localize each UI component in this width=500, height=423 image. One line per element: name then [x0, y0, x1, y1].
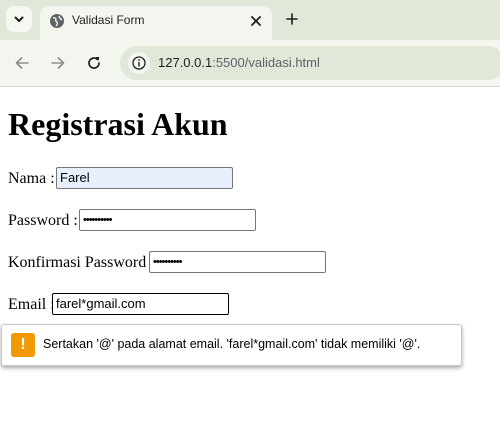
forward-button[interactable] — [48, 53, 68, 73]
email-row: Email : farel*gmail.com — [8, 293, 238, 315]
tab-close-button[interactable] — [246, 11, 266, 31]
site-info-button[interactable] — [128, 52, 150, 74]
plus-icon — [286, 13, 298, 25]
close-icon — [251, 16, 261, 26]
arrow-left-icon — [15, 57, 29, 69]
tab-title: Validasi Form — [72, 13, 145, 27]
url-host: 127.0.0.1 — [158, 55, 213, 70]
password-row: Password : •••••••••• — [8, 209, 268, 231]
nama-label: Nama : — [8, 170, 55, 187]
validation-tooltip: ! Sertakan '@' pada alamat email. 'farel… — [1, 324, 462, 366]
konfirmasi-label: Konfirmasi Password : — [8, 254, 155, 271]
email-input[interactable]: farel*gmail.com — [52, 293, 229, 315]
konfirmasi-password-input[interactable]: •••••••••• — [149, 251, 326, 273]
email-label: Email : — [8, 296, 55, 313]
info-icon — [132, 56, 146, 70]
nama-input[interactable]: Farel — [56, 167, 233, 189]
tab-strip: Validasi Form — [0, 0, 500, 40]
arrow-right-icon — [51, 57, 65, 69]
konfirmasi-row: Konfirmasi Password : •••••••••• — [8, 251, 338, 273]
tab-search-button[interactable] — [6, 6, 32, 32]
address-bar[interactable]: 127.0.0.1:5500/validasi.html — [120, 46, 500, 80]
validation-message: Sertakan '@' pada alamat email. 'farel*g… — [43, 337, 421, 351]
password-input[interactable]: •••••••••• — [79, 209, 256, 231]
back-button[interactable] — [12, 53, 32, 73]
warning-icon: ! — [11, 333, 35, 357]
password-label: Password : — [8, 212, 78, 229]
url-text: 127.0.0.1:5500/validasi.html — [158, 55, 320, 70]
browser-toolbar: 127.0.0.1:5500/validasi.html — [0, 40, 500, 87]
reload-icon — [88, 57, 100, 69]
chevron-down-icon — [14, 16, 24, 22]
active-tab[interactable]: Validasi Form — [40, 6, 272, 40]
new-tab-button[interactable] — [282, 9, 302, 29]
page-title: Registrasi Akun — [8, 106, 228, 142]
globe-icon — [50, 14, 64, 28]
reload-button[interactable] — [84, 53, 104, 73]
nama-row: Nama : Farel — [8, 167, 248, 189]
url-path: :5500/validasi.html — [212, 55, 320, 70]
